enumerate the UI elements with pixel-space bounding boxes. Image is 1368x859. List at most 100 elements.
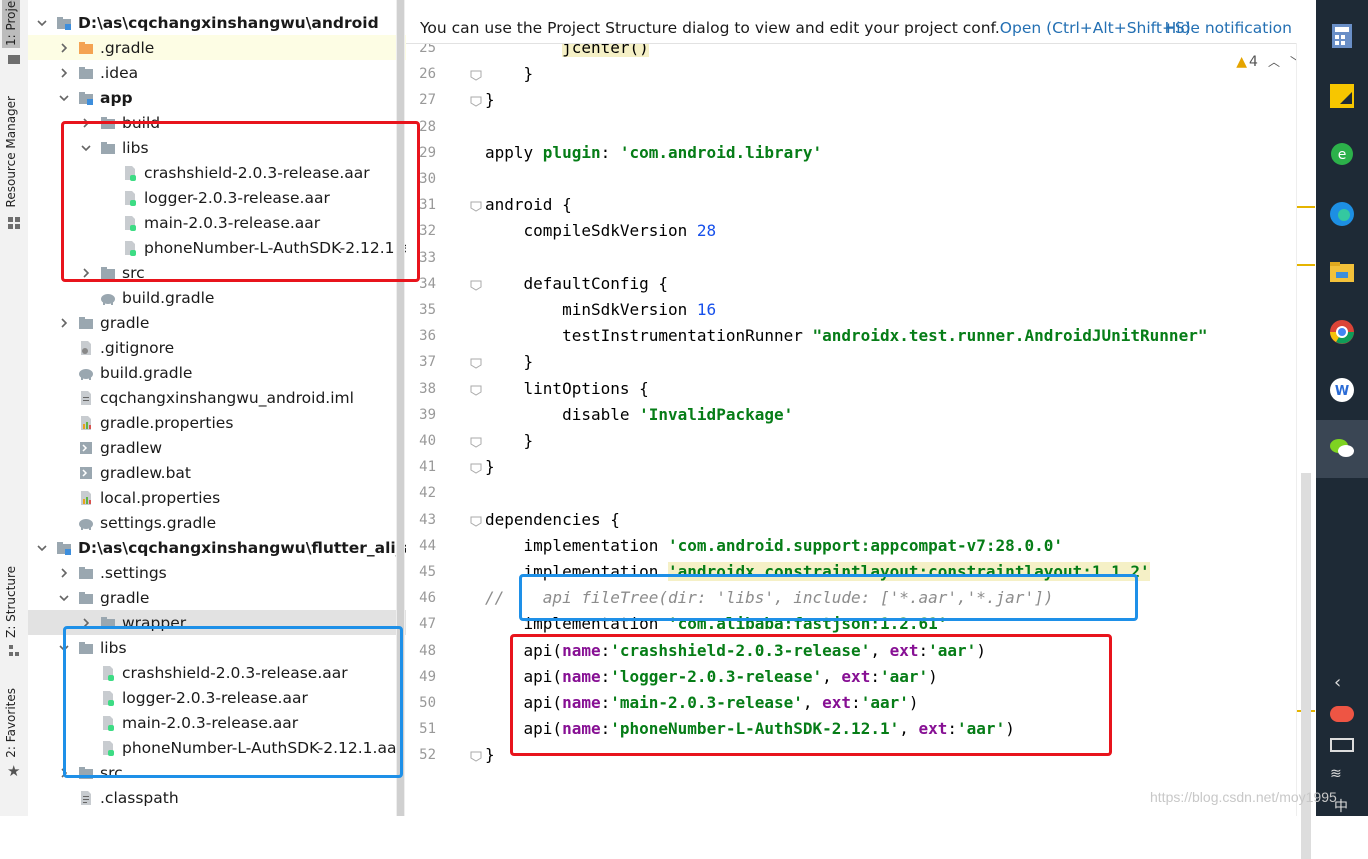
code-line[interactable]: testInstrumentationRunner "androidx.test… bbox=[485, 326, 1207, 345]
tree-item[interactable]: local.properties bbox=[28, 485, 406, 510]
tab-favorites[interactable]: 2: Favorites bbox=[4, 688, 18, 758]
line-number: 47 bbox=[419, 616, 436, 633]
tree-item-label: gradle bbox=[100, 588, 150, 607]
tree-item[interactable]: build.gradle bbox=[28, 360, 406, 385]
tree-item-label: gradlew.bat bbox=[100, 463, 191, 482]
fold-marker-icon[interactable] bbox=[470, 69, 482, 81]
inspection-widget[interactable]: ▲4 ︿ ﹀ bbox=[1236, 53, 1302, 70]
chevron-right-icon[interactable] bbox=[58, 317, 70, 329]
tree-item[interactable]: .gitignore bbox=[28, 335, 406, 360]
code-line[interactable]: lintOptions { bbox=[485, 379, 649, 398]
tree-item[interactable]: cqchangxinshangwu_android.iml bbox=[28, 385, 406, 410]
tree-item[interactable]: build.gradle bbox=[28, 285, 406, 310]
tab-project[interactable]: 1: Project bbox=[2, 0, 20, 48]
chevron-left-icon[interactable]: ‹ bbox=[1334, 672, 1341, 693]
sticky-notes-icon[interactable] bbox=[1328, 82, 1356, 110]
code-line[interactable]: } bbox=[485, 64, 534, 83]
chrome-icon[interactable] bbox=[1328, 318, 1356, 346]
code-line[interactable]: defaultConfig { bbox=[485, 274, 669, 293]
tree-item[interactable]: gradle bbox=[28, 310, 406, 335]
line-number: 39 bbox=[419, 406, 436, 423]
structure-icon bbox=[9, 645, 19, 656]
tree-item[interactable]: .settings bbox=[28, 560, 406, 585]
code-line[interactable]: compileSdkVersion 28 bbox=[485, 221, 717, 240]
error-stripe[interactable] bbox=[1296, 43, 1317, 859]
red-annotation-box-libs bbox=[61, 121, 420, 282]
gradle-elephant-icon bbox=[79, 368, 93, 380]
line-number: 46 bbox=[419, 590, 436, 607]
line-number: 37 bbox=[419, 354, 436, 371]
warning-icon: ▲ bbox=[1236, 53, 1248, 70]
code-line[interactable]: } bbox=[485, 457, 495, 476]
text-file-icon bbox=[81, 790, 91, 805]
tab-resource-manager[interactable]: Resource Manager bbox=[4, 96, 18, 207]
fold-marker-icon[interactable] bbox=[470, 436, 482, 448]
fold-marker-icon[interactable] bbox=[470, 95, 482, 107]
code-line[interactable]: } bbox=[485, 745, 495, 764]
tree-item[interactable]: gradle.properties bbox=[28, 410, 406, 435]
fold-marker-icon[interactable] bbox=[470, 279, 482, 291]
tree-item-label: build.gradle bbox=[100, 363, 193, 382]
file-explorer-icon[interactable] bbox=[1328, 258, 1356, 286]
line-number: 44 bbox=[419, 537, 436, 554]
tree-item[interactable]: D:\as\cqchangxinshangwu\android bbox=[28, 10, 406, 35]
tree-item[interactable]: .idea bbox=[28, 60, 406, 85]
tab-structure[interactable]: Z: Structure bbox=[4, 566, 18, 638]
open-project-structure-link[interactable]: Open (Ctrl+Alt+Shift+S) bbox=[1000, 19, 1191, 37]
line-number: 26 bbox=[419, 66, 436, 83]
line-number: 42 bbox=[419, 485, 436, 502]
folder-icon bbox=[79, 566, 93, 579]
wifi-icon[interactable]: ≋ bbox=[1330, 766, 1342, 782]
code-line[interactable]: android { bbox=[485, 195, 572, 214]
chevron-down-icon[interactable] bbox=[36, 17, 48, 29]
code-line[interactable]: } bbox=[485, 90, 495, 109]
hide-notification-link[interactable]: Hide notification bbox=[1165, 19, 1292, 37]
line-number: 40 bbox=[419, 433, 436, 449]
edge-browser-icon[interactable] bbox=[1328, 200, 1356, 228]
code-line[interactable]: disable 'InvalidPackage' bbox=[485, 405, 793, 424]
tree-item[interactable]: gradlew bbox=[28, 435, 406, 460]
chevron-right-icon[interactable] bbox=[58, 42, 70, 54]
wechat-icon[interactable] bbox=[1328, 434, 1356, 462]
chevron-down-icon[interactable] bbox=[58, 92, 70, 104]
code-line[interactable]: implementation 'com.android.support:appc… bbox=[485, 536, 1063, 555]
tree-item[interactable]: app bbox=[28, 85, 406, 110]
folder-icon bbox=[8, 55, 20, 64]
fold-marker-icon[interactable] bbox=[470, 200, 482, 212]
code-line[interactable]: apply plugin: 'com.android.library' bbox=[485, 143, 822, 162]
folder-icon bbox=[79, 316, 93, 329]
line-number: 43 bbox=[419, 511, 436, 528]
warning-count: 4 bbox=[1249, 53, 1258, 70]
chevron-down-icon[interactable] bbox=[58, 592, 70, 604]
fold-marker-icon[interactable] bbox=[470, 357, 482, 369]
tree-item[interactable]: gradle bbox=[28, 585, 406, 610]
code-line[interactable]: dependencies { bbox=[485, 510, 620, 529]
ie-browser-icon[interactable]: e bbox=[1328, 140, 1356, 168]
chevron-right-icon[interactable] bbox=[58, 567, 70, 579]
fold-marker-icon[interactable] bbox=[470, 515, 482, 527]
tree-item[interactable]: .classpath bbox=[28, 785, 406, 810]
fold-marker-icon[interactable] bbox=[470, 462, 482, 474]
fold-marker-icon[interactable] bbox=[470, 384, 482, 396]
calculator-icon[interactable] bbox=[1328, 22, 1356, 50]
qq-icon[interactable] bbox=[1330, 706, 1354, 722]
code-line[interactable]: } bbox=[485, 431, 534, 450]
previous-highlight-icon[interactable]: ︿ bbox=[1268, 53, 1280, 70]
fold-marker-icon[interactable] bbox=[470, 750, 482, 762]
tree-item[interactable]: .gradle bbox=[28, 35, 406, 60]
gitignore-file-icon bbox=[81, 340, 91, 355]
tree-item[interactable]: settings.gradle bbox=[28, 510, 406, 535]
notification-message: You can use the Project Structure dialog… bbox=[420, 19, 1000, 37]
module-folder-icon bbox=[79, 91, 93, 105]
tree-item[interactable]: gradlew.bat bbox=[28, 460, 406, 485]
line-number: 41 bbox=[419, 459, 436, 476]
module-folder-icon bbox=[57, 16, 71, 30]
chevron-down-icon[interactable] bbox=[36, 542, 48, 554]
code-line[interactable]: } bbox=[485, 352, 534, 371]
code-line[interactable]: minSdkVersion 16 bbox=[485, 300, 716, 319]
app-icon[interactable]: W bbox=[1328, 376, 1356, 404]
chevron-right-icon[interactable] bbox=[58, 67, 70, 79]
tree-item[interactable]: D:\as\cqchangxinshangwu\flutter_ali_auth bbox=[28, 535, 406, 560]
